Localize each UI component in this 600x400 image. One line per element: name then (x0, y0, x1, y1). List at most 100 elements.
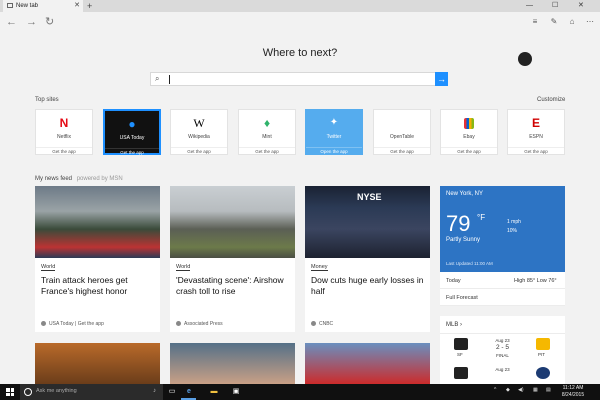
top-site-app-link[interactable]: Get the app (441, 147, 497, 154)
keyboard-icon[interactable]: ▦ (533, 387, 538, 393)
tray-chevron-icon[interactable]: ^ (494, 387, 496, 393)
news-feed-label: My news feed powered by MSN (35, 176, 123, 182)
mlb-heading[interactable]: MLB › (446, 322, 462, 328)
top-site-name: Twitter (326, 134, 342, 140)
top-site-name: Mint (262, 134, 272, 140)
weather-location[interactable]: New York, NY (446, 191, 483, 197)
top-site-twitter[interactable]: ✦ Twitter Open the app (305, 109, 363, 155)
top-site-app-link[interactable]: Get the app (105, 148, 159, 155)
news-category[interactable]: World (176, 264, 191, 271)
top-site-mint[interactable]: ♦ Mint Get the app (238, 109, 296, 155)
volume-icon[interactable]: ◀) (518, 387, 524, 393)
microphone-icon[interactable]: ♪ (153, 388, 156, 394)
start-button[interactable] (6, 388, 14, 396)
more-icon[interactable]: ⋯ (585, 17, 595, 27)
web-note-icon[interactable]: ✎ (549, 17, 559, 27)
clock[interactable]: 11:12 AM 8/24/2015 (560, 385, 586, 398)
taskbar-search-input[interactable]: Ask me anything (36, 388, 77, 394)
share-icon[interactable]: ⌂ (567, 17, 577, 27)
top-site-espn[interactable]: E ESPN Get the app (507, 109, 565, 155)
news-card[interactable]: World Train attack heroes get France's h… (35, 186, 160, 332)
top-site-ebay[interactable]: Ebay Get the app (440, 109, 498, 155)
top-site-app-link[interactable]: Get the app (239, 147, 295, 154)
top-site-app-link[interactable]: Get the app (374, 147, 430, 154)
file-explorer-icon[interactable]: ▬ (210, 388, 218, 396)
news-category[interactable]: World (41, 264, 56, 271)
search-box[interactable]: ⌕ → (150, 72, 448, 86)
new-tab-button[interactable]: + (87, 0, 92, 12)
news-image (35, 186, 160, 258)
top-site-app-link[interactable]: Get the app (36, 147, 92, 154)
top-site-name: Ebay (463, 134, 475, 140)
weather-card[interactable]: New York, NY 79 °F 1 mph 10% Partly Sunn… (440, 186, 565, 272)
top-site-usa-today[interactable]: ● USA Today Get the app (103, 109, 161, 155)
news-card[interactable]: World 'Devastating scene': Airshow crash… (170, 186, 295, 332)
hub-icon[interactable]: ≡ (530, 17, 540, 27)
search-go-button[interactable]: → (435, 72, 448, 86)
top-site-name: Netflix (57, 134, 71, 140)
mlb-card[interactable]: MLB › SF PIT Aug 23 2 - 5 FINAL Aug 23 (440, 316, 565, 384)
nyse-sign: NYSE (357, 192, 382, 202)
top-sites-label: Top sites (35, 97, 59, 103)
news-source: CNBC (311, 321, 333, 327)
top-site-app-link[interactable]: Get the app (508, 147, 564, 154)
espn-logo-icon: E (531, 116, 540, 130)
news-image (170, 186, 295, 258)
avatar[interactable] (518, 52, 532, 66)
customize-link[interactable]: Customize (537, 97, 565, 103)
minimize-button[interactable]: — (526, 0, 533, 12)
weather-today-row: Today High 85° Low 76° (440, 272, 565, 289)
browser-tab[interactable]: New tab ✕ (3, 0, 83, 12)
news-title[interactable]: Train attack heroes get France's highest… (41, 275, 157, 296)
news-title[interactable]: Dow cuts huge early losses in half (311, 275, 427, 296)
refresh-icon[interactable]: ↻ (45, 15, 54, 29)
top-site-app-link[interactable]: Get the app (171, 147, 227, 154)
forward-icon[interactable]: → (26, 15, 37, 29)
search-icon: ⌕ (155, 74, 160, 83)
news-card-image[interactable] (35, 343, 160, 384)
tab-favicon-icon (7, 3, 13, 8)
weather-temperature: 79 (446, 211, 471, 236)
weather-today-label: Today (446, 278, 461, 284)
store-icon[interactable]: ▣ (232, 388, 240, 396)
full-forecast-link[interactable]: Full Forecast (446, 295, 478, 301)
notifications-icon[interactable]: ▤ (546, 387, 551, 393)
network-icon[interactable]: ◆ (506, 387, 510, 393)
weather-unit: °F (477, 213, 486, 222)
search-input[interactable] (169, 75, 170, 84)
opentable-logo-icon (374, 116, 430, 130)
game-date: Aug 23 (495, 367, 510, 372)
top-site-name: USA Today (119, 135, 145, 141)
edge-icon[interactable]: e (185, 388, 193, 396)
news-source: USA Today | Get the app (41, 321, 104, 327)
powered-by-label: powered by MSN (76, 176, 123, 182)
news-title[interactable]: 'Devastating scene': Airshow crash toll … (176, 275, 292, 296)
news-card-image[interactable] (170, 343, 295, 384)
top-site-wikipedia[interactable]: W Wikipedia Get the app (170, 109, 228, 155)
weather-forecast-row[interactable]: Full Forecast (440, 289, 565, 306)
wikipedia-logo-icon: W (193, 116, 205, 130)
game-status: FINAL (496, 353, 509, 358)
news-category[interactable]: Money (311, 264, 328, 271)
game-score: 2 - 5 (495, 344, 509, 351)
top-site-name: Wikipedia (188, 134, 210, 140)
netflix-logo-icon: N (59, 116, 69, 130)
weather-humidity: 10% (507, 228, 518, 234)
maximize-button[interactable]: ☐ (552, 0, 558, 12)
news-card[interactable]: NYSE Money Dow cuts huge early losses in… (305, 186, 430, 332)
window-close-button[interactable]: ✕ (578, 0, 584, 12)
mint-logo-icon: ♦ (263, 116, 271, 130)
top-site-app-link[interactable]: Open the app (306, 147, 362, 154)
back-icon[interactable]: ← (6, 15, 17, 29)
news-source: Associated Press (176, 321, 223, 327)
ebay-logo-icon (441, 116, 497, 130)
tab-close-icon[interactable]: ✕ (74, 0, 80, 12)
usa-today-logo-icon: ● (128, 117, 136, 131)
taskbar-search[interactable]: Ask me anything ♪ (20, 384, 163, 400)
task-view-icon[interactable]: ▭ (168, 388, 176, 396)
top-site-opentable[interactable]: OpenTable Get the app (373, 109, 431, 155)
news-card-image[interactable] (305, 343, 430, 384)
mlb-game[interactable]: SF PIT Aug 23 2 - 5 FINAL (440, 336, 565, 361)
top-site-netflix[interactable]: N Netflix Get the app (35, 109, 93, 155)
news-image: NYSE (305, 186, 430, 258)
